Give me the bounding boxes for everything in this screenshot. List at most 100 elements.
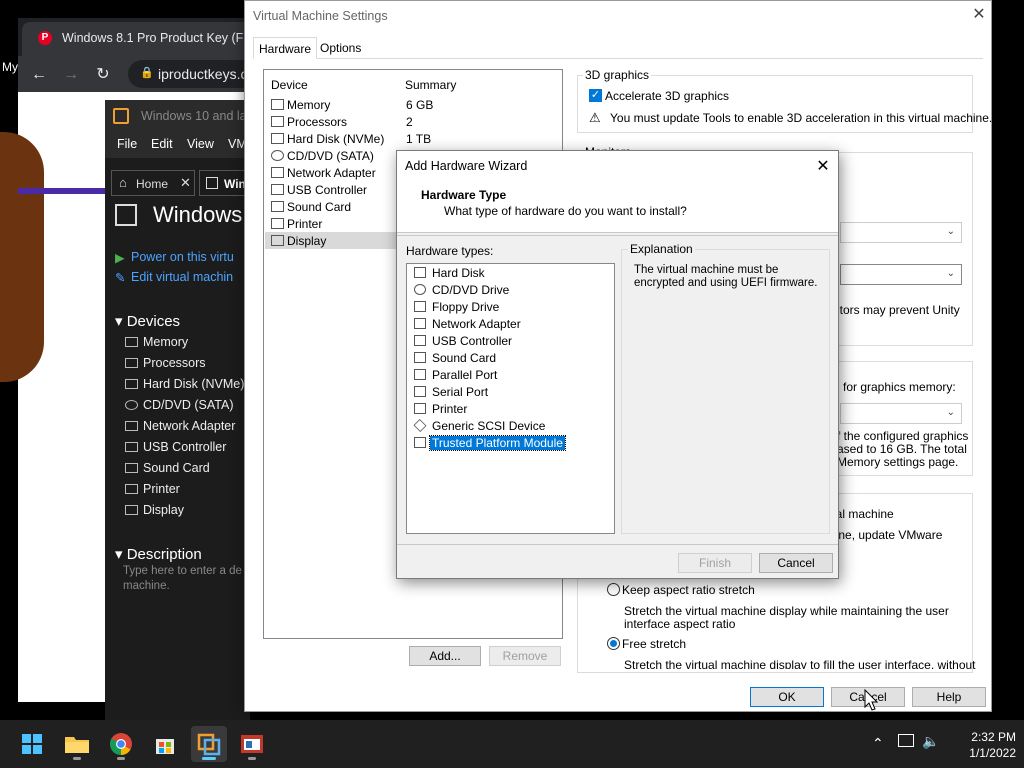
date-text: 1/1/2022 <box>969 746 1016 760</box>
remove-button[interactable]: Remove <box>489 646 561 666</box>
usb-icon <box>414 335 426 346</box>
tab-options[interactable]: Options <box>315 37 366 59</box>
help-button[interactable]: Help <box>912 687 986 707</box>
clock[interactable]: 2:32 PM 1/1/2022 <box>956 729 1016 761</box>
device-row-hard-disk[interactable]: Hard Disk (NVMe) 1 TB <box>265 130 561 147</box>
graphics-memory-select[interactable]: ⌄ <box>840 403 962 424</box>
file-explorer-icon[interactable] <box>59 726 95 762</box>
monitor-icon <box>125 505 138 515</box>
chevron-down-icon: ⌄ <box>946 268 955 279</box>
keep-aspect-desc: Stretch the virtual machine display whil… <box>624 604 949 618</box>
explanation-text: The virtual machine must be encrypted an… <box>634 264 818 289</box>
forward-arrow-icon[interactable]: → <box>60 64 82 86</box>
device-row-memory[interactable]: Memory 6 GB <box>265 96 561 113</box>
tab-hardware[interactable]: Hardware <box>253 37 318 59</box>
hardware-type-scsi[interactable]: Generic SCSI Device <box>413 418 547 434</box>
graphics-memory-note: Memory settings page. <box>837 455 959 469</box>
add-button[interactable]: Add... <box>409 646 481 666</box>
floppy-icon <box>414 301 426 312</box>
hardware-type-sound[interactable]: Sound Card <box>413 350 498 366</box>
edit-vm-link[interactable]: ✎ Edit virtual machin <box>115 270 233 285</box>
warning-icon: ⚠ <box>589 110 601 125</box>
hardware-type-serial[interactable]: Serial Port <box>413 384 490 400</box>
browser-toolbar: ← → ↻ 🔒 iproductkeys.c <box>18 56 268 92</box>
back-arrow-icon[interactable]: ← <box>28 64 50 86</box>
keep-aspect-desc: interface aspect ratio <box>624 617 736 631</box>
device-cd-dvd[interactable]: CD/DVD (SATA) <box>125 398 234 412</box>
hardware-type-tpm[interactable]: Trusted Platform Module <box>413 435 566 451</box>
free-stretch-label: Free stretch <box>622 637 687 651</box>
scaling-text: hine, update VMware <box>829 528 943 542</box>
device-row-processors[interactable]: Processors 2 <box>265 113 561 130</box>
printer-icon <box>125 484 138 494</box>
close-icon[interactable]: ✕ <box>180 175 191 191</box>
menu-file[interactable]: File <box>117 137 137 151</box>
device-processors[interactable]: Processors <box>125 356 206 370</box>
device-column-header: Device <box>271 78 308 92</box>
hardware-type-printer[interactable]: Printer <box>413 401 469 417</box>
keep-aspect-label: Keep aspect ratio stretch <box>622 583 755 597</box>
ok-button[interactable]: OK <box>750 687 824 707</box>
keep-aspect-radio[interactable] <box>607 583 620 596</box>
display-icon[interactable] <box>898 734 914 747</box>
device-hard-disk[interactable]: Hard Disk (NVMe) <box>125 377 244 391</box>
vmware-titlebar: Windows 10 and lat <box>105 100 250 132</box>
network-adapter-icon <box>125 421 138 431</box>
vm-title: Windows <box>153 202 243 227</box>
cd-dvd-icon <box>125 400 138 410</box>
vmrc-icon[interactable] <box>234 726 270 762</box>
chevron-up-icon[interactable]: ⌃ <box>872 735 884 752</box>
reload-icon[interactable]: ↻ <box>92 64 114 86</box>
accelerate-3d-label: Accelerate 3D graphics <box>605 89 730 103</box>
wizard-cancel-button[interactable]: Cancel <box>759 553 833 573</box>
description-heading[interactable]: ▾ Description <box>115 545 202 563</box>
hardware-type-usb[interactable]: USB Controller <box>413 333 514 349</box>
device-printer[interactable]: Printer <box>125 482 180 496</box>
device-network[interactable]: Network Adapter <box>125 419 235 433</box>
hardware-type-hard-disk[interactable]: Hard Disk <box>413 265 487 281</box>
vmware-menubar: File Edit View VM <box>105 132 250 158</box>
power-on-link[interactable]: ▶ Power on this virtu <box>115 250 234 265</box>
usb-icon <box>125 442 138 452</box>
store-icon[interactable] <box>147 726 183 762</box>
device-usb[interactable]: USB Controller <box>125 440 226 454</box>
hardware-type-cd-dvd[interactable]: CD/DVD Drive <box>413 282 511 298</box>
hardware-type-network[interactable]: Network Adapter <box>413 316 523 332</box>
hard-disk-icon <box>414 267 426 278</box>
resolution-select[interactable]: ⌄ <box>840 264 962 285</box>
description-text[interactable]: Type here to enter a de machine. <box>123 564 248 594</box>
menu-edit[interactable]: Edit <box>151 137 173 151</box>
hard-disk-icon <box>125 379 138 389</box>
hardware-type-floppy[interactable]: Floppy Drive <box>413 299 501 315</box>
mouse-cursor-icon <box>864 689 878 711</box>
menu-view[interactable]: View <box>187 137 214 151</box>
dialog-title: Virtual Machine Settings <box>253 9 388 23</box>
devices-heading[interactable]: ▾ Devices <box>115 312 180 330</box>
device-memory[interactable]: Memory <box>125 335 188 349</box>
browser-tab[interactable]: P Windows 8.1 Pro Product Key (FR <box>22 22 258 56</box>
volume-icon[interactable]: 🔈 <box>922 733 939 750</box>
wizard-question: What type of hardware do you want to ins… <box>444 204 687 218</box>
tab-home[interactable]: ⌂ Home ✕ <box>111 170 195 196</box>
settings-tabs: Hardware Options <box>253 37 983 59</box>
monitor-count-select[interactable]: ⌄ <box>840 222 962 243</box>
page-image <box>0 132 44 382</box>
accelerate-3d-checkbox[interactable]: ✓ <box>589 89 602 102</box>
device-display[interactable]: Display <box>125 503 184 517</box>
finish-button[interactable]: Finish <box>678 553 752 573</box>
processor-icon <box>125 358 138 368</box>
home-icon: ⌂ <box>119 175 127 190</box>
memory-icon <box>125 337 138 347</box>
vmware-icon[interactable] <box>191 726 227 762</box>
device-sound[interactable]: Sound Card <box>125 461 210 475</box>
tpm-icon <box>414 437 426 448</box>
printer-icon <box>271 218 284 229</box>
free-stretch-radio[interactable] <box>607 637 620 650</box>
close-icon[interactable]: ✕ <box>815 156 831 176</box>
serial-port-icon <box>414 386 426 397</box>
start-icon[interactable] <box>14 726 50 762</box>
hardware-type-parallel[interactable]: Parallel Port <box>413 367 499 383</box>
address-text: iproductkeys.c <box>158 66 248 82</box>
chrome-icon[interactable] <box>103 726 139 762</box>
close-icon[interactable]: ✕ <box>971 7 987 23</box>
